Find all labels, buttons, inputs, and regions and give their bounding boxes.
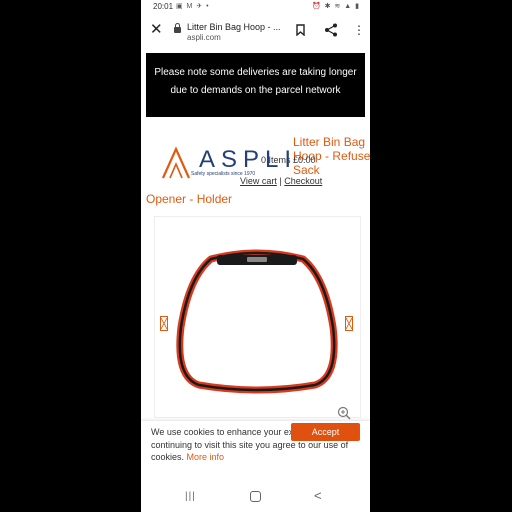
more-menu-icon[interactable]: ⋮ [353,24,365,36]
zoom-icon[interactable] [337,406,351,420]
page-title: Litter Bin Bag Hoop - ... [187,22,281,32]
home-icon[interactable] [250,491,261,502]
view-cart-link[interactable]: View cart [240,176,277,186]
logo-mark-icon [161,147,191,179]
cart-link-separator: | [279,176,282,186]
cookie-banner: We use cookies to enhance your experienc… [141,421,370,480]
bag-hoop-image [176,249,338,394]
status-bar: 20:01 ▣ M ✈ • ⏰ ✱ ≋ ▲ ▮ [141,0,370,14]
cart-links: View cart | Checkout [240,176,322,186]
cart-summary[interactable]: 0 Items £0.00 [261,155,316,165]
product-title-continued: Opener - Holder [146,192,233,206]
android-nav-bar: ||| < [141,480,370,512]
phone-screen: 20:01 ▣ M ✈ • ⏰ ✱ ≋ ▲ ▮ ✕ Litter Bin Bag… [141,0,370,512]
bookmark-icon[interactable] [296,24,305,36]
browser-toolbar: ✕ Litter Bin Bag Hoop - ... aspli.com ⋮ [141,14,370,48]
status-time: 20:01 [153,2,174,11]
system-status-icons: ⏰ ✱ ≋ ▲ ▮ [311,3,360,10]
lock-icon [174,23,181,33]
product-image[interactable] [154,216,361,418]
accept-cookies-button[interactable]: Accept [291,423,360,441]
notification-icons: ▣ M ✈ • [176,3,210,10]
more-info-link[interactable]: More info [187,452,225,462]
close-icon[interactable]: ✕ [150,22,163,37]
delivery-notice: Please note some deliveries are taking l… [146,53,365,117]
back-icon[interactable]: < [314,488,322,503]
page-url: aspli.com [187,33,221,42]
share-icon[interactable] [324,23,338,37]
carousel-prev-icon[interactable] [160,316,168,331]
checkout-link[interactable]: Checkout [284,176,322,186]
carousel-next-icon[interactable] [345,316,353,331]
delivery-notice-text: Please note some deliveries are taking l… [154,67,357,96]
recent-apps-icon[interactable]: ||| [185,491,196,502]
